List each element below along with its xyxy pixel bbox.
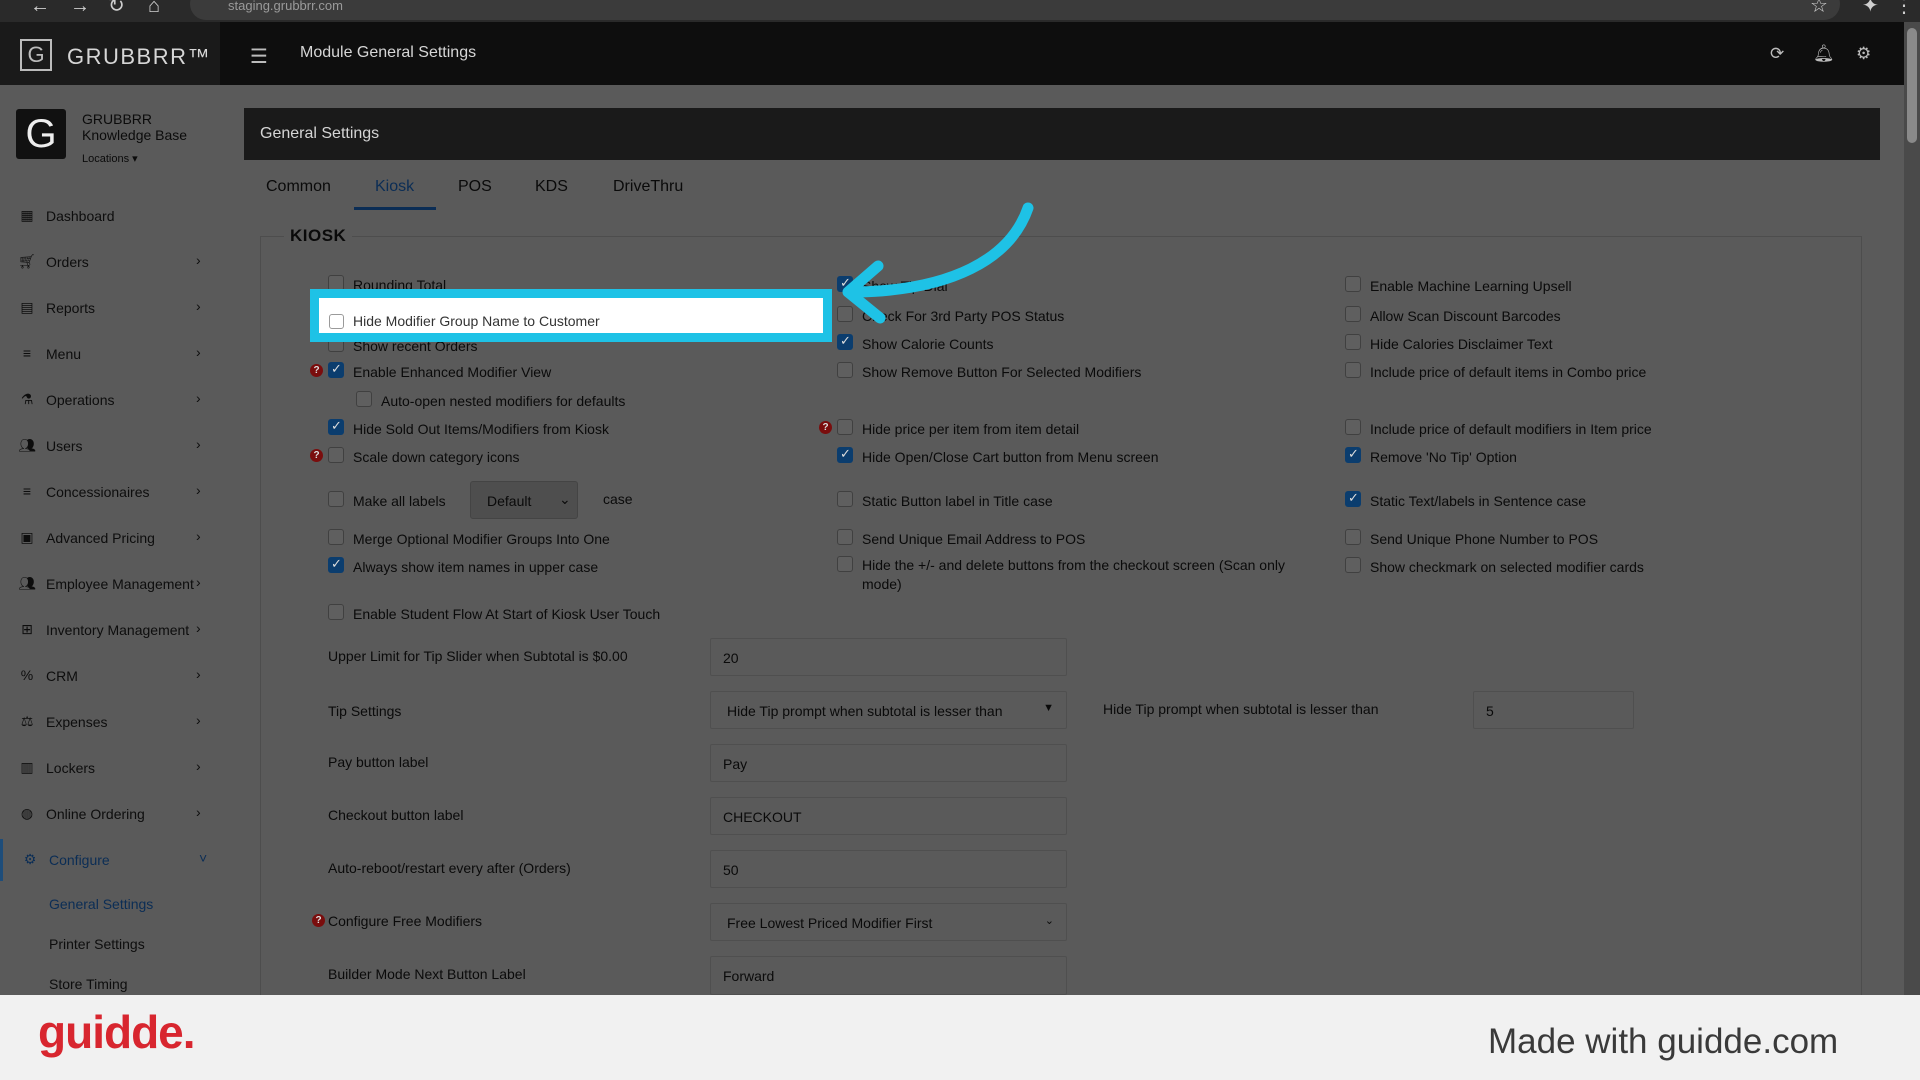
scrollbar-thumb[interactable] [1907,28,1917,143]
guidde-logo: guidde. [38,1006,196,1058]
guidde-footer: guidde. Made with guidde.com [0,995,1920,1080]
pointer-arrow-icon [842,202,1034,324]
page-scrollbar[interactable] [1904,22,1920,995]
made-with-text: Made with guidde.com [1488,1022,1839,1061]
